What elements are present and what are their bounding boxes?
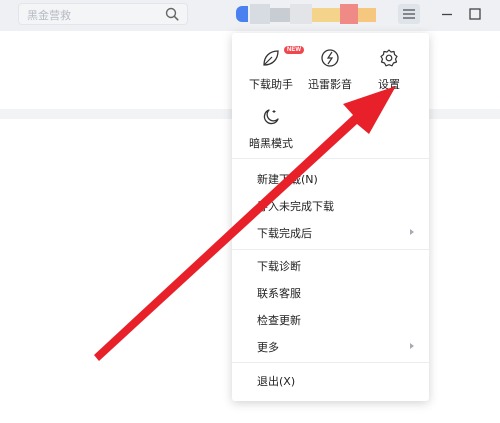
user-avatar-area[interactable] bbox=[236, 4, 396, 24]
main-menu-dropdown: NEW 下载助手 迅雷影音 设置 暗黑模式 新建下载(N) 导入未完成下载 下载… bbox=[232, 33, 429, 401]
menu-item-check-update[interactable]: 检查更新 bbox=[257, 312, 301, 328]
menu-separator bbox=[232, 158, 429, 159]
minimize-icon[interactable] bbox=[438, 5, 456, 23]
video-icon bbox=[321, 49, 339, 67]
menu-item-import-unfinished[interactable]: 导入未完成下载 bbox=[257, 198, 334, 214]
avatar bbox=[236, 6, 248, 22]
tool-label: 迅雷影音 bbox=[308, 78, 352, 91]
menu-item-diagnose[interactable]: 下载诊断 bbox=[257, 258, 301, 274]
settings-button[interactable]: 设置 bbox=[359, 48, 419, 93]
search-box[interactable]: 黑金营救 bbox=[18, 3, 188, 25]
submenu-arrow-icon bbox=[410, 343, 414, 349]
menu-item-exit[interactable]: 退出(X) bbox=[257, 373, 295, 389]
main-menu-button[interactable] bbox=[398, 4, 420, 24]
search-icon[interactable] bbox=[165, 7, 179, 21]
title-bar: 黑金营救 bbox=[0, 0, 500, 31]
download-helper-button[interactable]: NEW 下载助手 bbox=[241, 46, 304, 93]
menu-item-new-download[interactable]: 新建下载(N) bbox=[257, 171, 318, 187]
gear-icon bbox=[380, 49, 398, 67]
menu-separator bbox=[232, 362, 429, 363]
search-placeholder: 黑金营救 bbox=[27, 9, 71, 22]
menu-item-after-download[interactable]: 下载完成后 bbox=[257, 225, 312, 241]
tool-label: 暗黑模式 bbox=[249, 137, 293, 150]
vip-badge-blur bbox=[358, 8, 376, 22]
xunlei-player-button[interactable]: 迅雷影音 bbox=[300, 48, 360, 93]
tool-label: 下载助手 bbox=[249, 78, 293, 91]
tool-label: 设置 bbox=[378, 78, 400, 91]
username-blur bbox=[250, 4, 270, 24]
submenu-arrow-icon bbox=[410, 229, 414, 235]
menu-separator bbox=[232, 249, 429, 250]
maximize-icon[interactable] bbox=[466, 5, 484, 23]
vip-badge-blur bbox=[340, 4, 358, 24]
moon-icon bbox=[263, 109, 279, 125]
username-blur bbox=[290, 4, 312, 24]
username-blur bbox=[270, 8, 290, 22]
dark-mode-button[interactable]: 暗黑模式 bbox=[241, 107, 301, 152]
hamburger-icon bbox=[403, 9, 415, 19]
vip-badge-blur bbox=[312, 8, 340, 22]
menu-item-more[interactable]: 更多 bbox=[257, 339, 279, 355]
leaf-icon bbox=[263, 50, 279, 66]
menu-item-contact-support[interactable]: 联系客服 bbox=[257, 285, 301, 301]
